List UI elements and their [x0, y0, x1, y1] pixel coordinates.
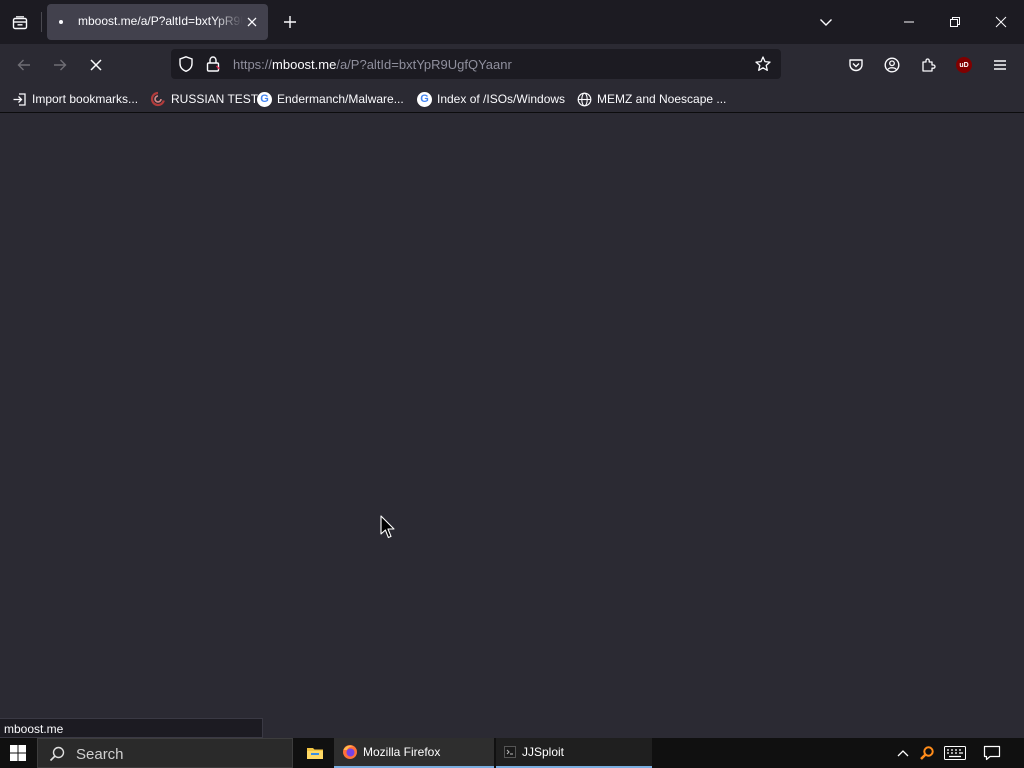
- taskbar-file-explorer[interactable]: [296, 738, 334, 768]
- plus-icon: [284, 16, 296, 28]
- file-explorer-icon: [307, 748, 323, 759]
- mouse-pointer-icon: [380, 515, 395, 539]
- new-tab-button[interactable]: [278, 10, 302, 34]
- search-placeholder: Search: [76, 746, 124, 763]
- firefox-view-icon: [12, 16, 28, 30]
- stop-x-icon: [90, 59, 102, 71]
- show-hidden-icons-button[interactable]: [893, 738, 913, 768]
- tray-search-tool[interactable]: [916, 738, 938, 768]
- forward-button[interactable]: [45, 50, 75, 80]
- status-text: mboost.me: [4, 722, 64, 736]
- firefox-view-button[interactable]: [6, 9, 34, 37]
- back-button[interactable]: [9, 50, 39, 80]
- bookmark-label: RUSSIAN TEST: [171, 92, 259, 106]
- chevron-down-icon: [820, 19, 832, 26]
- puzzle-icon: [922, 58, 936, 72]
- ublock-origin-button[interactable]: uD: [949, 50, 979, 80]
- bookmark-label: MEMZ and Noescape ...: [597, 92, 727, 106]
- arrow-left-icon: [17, 59, 30, 71]
- tab-active[interactable]: mboost.me/a/P?altId=bxtYpR9UgfQYaanr: [47, 4, 268, 40]
- tracking-protection-button[interactable]: [177, 55, 195, 73]
- app-menu-button[interactable]: [985, 50, 1015, 80]
- notification-icon: [983, 745, 1001, 761]
- notification-center-button[interactable]: [978, 738, 1006, 768]
- arrow-right-icon: [54, 59, 67, 71]
- page-content-area[interactable]: [0, 113, 1024, 738]
- bookmark-label: Import bookmarks...: [32, 92, 139, 106]
- taskbar-app-label: Mozilla Firefox: [363, 745, 441, 759]
- navigation-toolbar: https://mboost.me/a/P?altId=bxtYpR9UgfQY…: [0, 44, 1024, 85]
- chevron-up-icon: [897, 750, 909, 757]
- lock-icon: [206, 56, 220, 72]
- tab-title: mboost.me/a/P?altId=bxtYpR9UgfQYaanr: [78, 14, 243, 28]
- bookmark-label: Index of /ISOs/Windows: [437, 92, 566, 106]
- pocket-icon: [849, 59, 863, 72]
- url-bar[interactable]: https://mboost.me/a/P?altId=bxtYpR9UgfQY…: [171, 49, 781, 79]
- stop-button[interactable]: [81, 50, 111, 80]
- minimize-icon: [904, 21, 914, 23]
- account-icon: [884, 57, 900, 73]
- star-icon: [755, 56, 771, 71]
- url-host: mboost.me: [272, 57, 337, 72]
- bookmark-index-isos[interactable]: G Index of /ISOs/Windows: [417, 90, 565, 108]
- magnifier-tray-icon: [920, 746, 934, 760]
- start-button[interactable]: [0, 738, 36, 768]
- url-text[interactable]: https://mboost.me/a/P?altId=bxtYpR9UgfQY…: [233, 57, 512, 72]
- tab-strip: mboost.me/a/P?altId=bxtYpR9UgfQYaanr: [0, 0, 1024, 44]
- windows-logo-icon: [10, 745, 26, 761]
- taskbar-firefox[interactable]: Mozilla Firefox: [334, 738, 494, 768]
- touch-keyboard-button[interactable]: [941, 738, 969, 768]
- tab-strip-divider: [41, 12, 42, 32]
- taskbar-search-box[interactable]: Search: [37, 738, 293, 768]
- bookmark-label: Endermanch/Malware...: [277, 92, 404, 106]
- minimize-button[interactable]: [886, 0, 932, 44]
- ublock-origin-icon: uD: [956, 57, 972, 73]
- bookmark-memz[interactable]: MEMZ and Noescape ...: [577, 90, 726, 108]
- bookmarks-toolbar: Import bookmarks... RUSSIAN TEST G Ender…: [0, 85, 1024, 113]
- url-path: /a/P?altId=bxtYpR9UgfQYaanr: [336, 57, 512, 72]
- shield-icon: [179, 56, 193, 73]
- windows-taskbar: Search Mozilla Firefox JJSploit: [0, 738, 1024, 768]
- account-button[interactable]: [877, 50, 907, 80]
- import-icon: [13, 92, 26, 106]
- site-info-button[interactable]: [205, 55, 221, 73]
- close-tab-button[interactable]: [243, 13, 261, 31]
- globe-icon: [577, 92, 592, 106]
- taskbar-jjsploit[interactable]: JJSploit: [496, 738, 652, 768]
- google-favicon-icon: G: [417, 91, 432, 107]
- hamburger-menu-icon: [994, 60, 1006, 70]
- google-favicon-icon: G: [257, 91, 272, 107]
- bookmark-import[interactable]: Import bookmarks...: [12, 90, 138, 108]
- firefox-icon: [343, 745, 357, 759]
- bookmark-russian-test[interactable]: RUSSIAN TEST: [150, 90, 258, 108]
- pocket-button[interactable]: [841, 50, 871, 80]
- quiz-favicon-icon: [150, 91, 165, 107]
- taskbar-app-label: JJSploit: [522, 745, 565, 759]
- url-scheme: https://: [233, 57, 273, 72]
- close-window-icon: [995, 16, 1007, 28]
- keyboard-icon: [944, 746, 966, 760]
- bookmark-endermanch[interactable]: G Endermanch/Malware...: [257, 90, 404, 108]
- restore-button[interactable]: [932, 0, 978, 44]
- search-icon: [49, 746, 65, 762]
- restore-icon: [950, 17, 960, 27]
- list-all-tabs-button[interactable]: [814, 10, 838, 34]
- jjsploit-icon: [504, 746, 516, 758]
- extensions-button[interactable]: [913, 50, 943, 80]
- close-window-button[interactable]: [978, 0, 1024, 44]
- link-status-panel: mboost.me: [0, 718, 263, 738]
- bookmark-star-button[interactable]: [754, 55, 772, 73]
- close-icon: [247, 17, 257, 27]
- loading-dot-icon: [59, 20, 63, 24]
